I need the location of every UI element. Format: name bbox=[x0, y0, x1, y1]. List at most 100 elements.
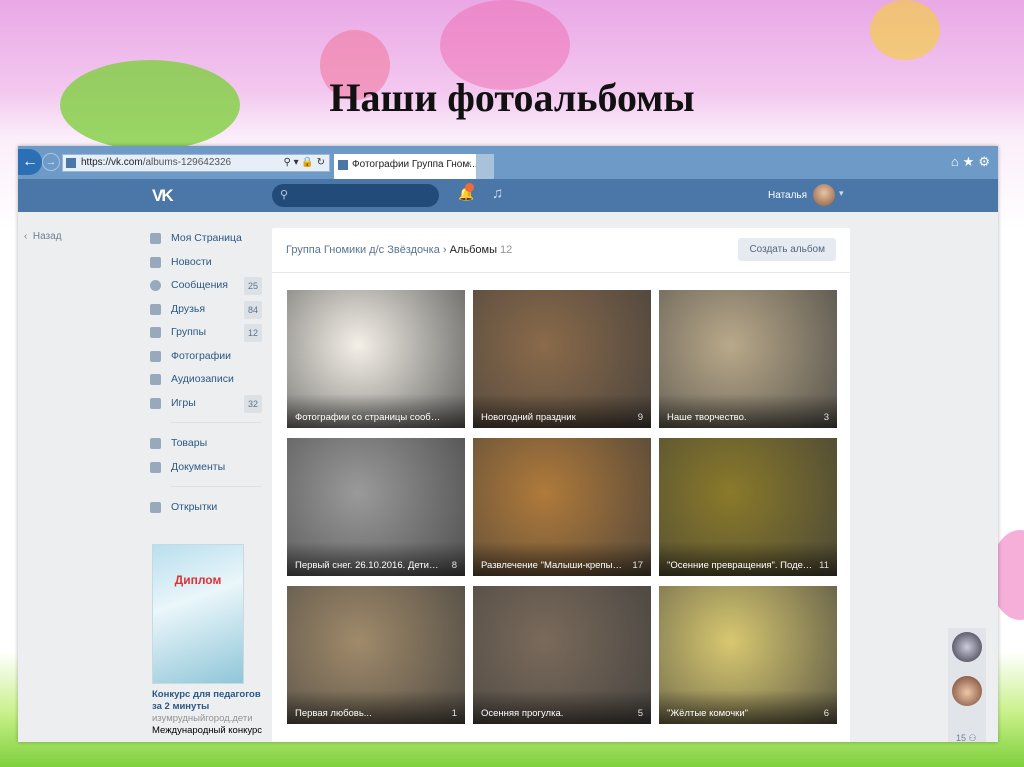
menu-item-messages[interactable]: Сообщения 25 bbox=[150, 277, 262, 301]
menu-label: Группы bbox=[171, 326, 206, 338]
menu-item-documents[interactable]: Документы bbox=[150, 459, 262, 483]
menu-label: Игры bbox=[171, 396, 196, 409]
album-caption: Фотографии со страницы сообщ... bbox=[287, 394, 465, 428]
ad-text[interactable]: Конкурс для педагогов за 2 минуты изумру… bbox=[152, 689, 267, 737]
avatar[interactable] bbox=[813, 184, 835, 206]
album-tile[interactable]: "Жёлтые комочки" 6 bbox=[659, 586, 837, 724]
friends-icon bbox=[150, 303, 161, 315]
menu-item-cards[interactable]: Открытки bbox=[150, 499, 262, 523]
ad-image-title: Диплом bbox=[174, 573, 222, 587]
back-link[interactable]: ‹ Назад bbox=[24, 231, 62, 242]
music-icon bbox=[150, 374, 161, 385]
search-icon: ⚲ bbox=[280, 189, 289, 201]
breadcrumb-group-link[interactable]: Группа Гномики д/с Звёздочка bbox=[286, 244, 440, 256]
menu-label: Моя Страница bbox=[171, 232, 242, 244]
album-tile[interactable]: Новогодний праздник 9 bbox=[473, 290, 651, 428]
tab-title: Фотографии Группа Гном... bbox=[352, 159, 478, 170]
chat-avatar[interactable] bbox=[952, 676, 982, 706]
url-path: /albums-129642326 bbox=[142, 157, 232, 168]
album-name: Фотографии со страницы сообщ... bbox=[295, 412, 441, 423]
search-input[interactable]: ⚲ bbox=[272, 184, 439, 207]
ad-image[interactable]: Диплом bbox=[152, 544, 244, 684]
music-icon[interactable]: ♫ bbox=[492, 185, 503, 202]
menu-item-audio[interactable]: Аудиозаписи bbox=[150, 371, 262, 395]
camera-icon bbox=[150, 350, 161, 362]
menu-item-games[interactable]: Игры 32 bbox=[150, 394, 262, 419]
menu-label: Фотографии bbox=[171, 349, 232, 362]
menu-item-news[interactable]: Новости bbox=[150, 254, 262, 278]
menu-item-photos[interactable]: Фотографии bbox=[150, 348, 262, 372]
album-tile[interactable]: Первый снег. 26.10.2016. Дети б... 8 bbox=[287, 438, 465, 576]
divider bbox=[170, 486, 262, 487]
online-count[interactable]: 15 ⚇ bbox=[956, 733, 977, 742]
forward-button[interactable]: → bbox=[42, 153, 60, 171]
vk-header: VK ⚲ 🔔 ♫ Наталья ▾ bbox=[18, 179, 998, 212]
menu-item-my-page[interactable]: Моя Страница bbox=[150, 230, 262, 254]
messages-icon bbox=[150, 280, 161, 291]
gamepad-icon bbox=[150, 397, 161, 409]
back-button[interactable]: ← bbox=[18, 149, 42, 175]
decor-circle bbox=[870, 0, 940, 60]
ad-domain: изумрудныйгород.дети bbox=[152, 713, 253, 724]
album-tile[interactable]: Осенняя прогулка. 5 bbox=[473, 586, 651, 724]
menu-item-groups[interactable]: Группы 12 bbox=[150, 324, 262, 348]
menu-label: Сообщения bbox=[171, 279, 228, 291]
favicon-icon bbox=[338, 160, 348, 170]
address-bar[interactable]: https://vk.com/albums-129642326 ⚲ ▾ 🔒 ↻ bbox=[62, 154, 330, 172]
document-icon bbox=[150, 461, 161, 473]
album-count: 12 bbox=[500, 244, 513, 256]
album-grid: Фотографии со страницы сообщ... Новогодни… bbox=[287, 290, 837, 724]
album-tile[interactable]: Наше творчество. 3 bbox=[659, 290, 837, 428]
new-tab-button[interactable] bbox=[476, 154, 494, 179]
album-name: Новогодний праздник bbox=[481, 412, 576, 423]
breadcrumb: Группа Гномики д/с Звёздочка › Альбомы 1… bbox=[286, 244, 512, 256]
create-album-button[interactable]: Создать альбом bbox=[738, 238, 836, 261]
album-photo-count: 11 bbox=[819, 560, 829, 571]
album-photo-count: 17 bbox=[632, 560, 643, 571]
breadcrumb-current: Альбомы bbox=[449, 244, 497, 256]
browser-toolbar: ← → https://vk.com/albums-129642326 ⚲ ▾ 🔒… bbox=[18, 146, 998, 179]
menu-label: Аудиозаписи bbox=[171, 373, 234, 385]
browser-tab[interactable]: Фотографии Группа Гном... × bbox=[334, 154, 478, 179]
album-caption: "Осенние превращения". Подел... 11 bbox=[659, 542, 837, 576]
chevron-down-icon[interactable]: ▾ bbox=[839, 188, 844, 199]
grid-icon bbox=[150, 502, 161, 513]
home-icon bbox=[150, 233, 161, 244]
album-photo-count: 1 bbox=[451, 708, 457, 719]
menu-label: Новости bbox=[171, 255, 212, 268]
divider bbox=[170, 422, 262, 423]
vk-logo[interactable]: VK bbox=[152, 186, 174, 206]
address-tools-icon[interactable]: ⚲ ▾ 🔒 ↻ bbox=[283, 155, 325, 171]
album-photo-count: 8 bbox=[451, 560, 457, 571]
menu-item-friends[interactable]: Друзья 84 bbox=[150, 300, 262, 325]
browser-tools-icon[interactable]: ⌂★⚙ bbox=[951, 154, 994, 170]
favicon-icon bbox=[66, 158, 76, 168]
menu-label: Товары bbox=[171, 437, 208, 449]
album-caption: Новогодний праздник 9 bbox=[473, 394, 651, 428]
count-badge: 12 bbox=[243, 324, 262, 342]
album-photo-count: 6 bbox=[823, 708, 829, 719]
menu-label: Документы bbox=[171, 460, 226, 473]
user-name[interactable]: Наталья bbox=[768, 190, 807, 201]
side-menu: Моя Страница Новости Сообщения 25 Друзья 8… bbox=[150, 230, 262, 523]
album-caption: Развлечение "Малыши-крепыш... 17 bbox=[473, 542, 651, 576]
notifications-bell-icon[interactable]: 🔔 bbox=[458, 183, 474, 202]
menu-label: Открытки bbox=[171, 501, 218, 513]
album-name: Осенняя прогулка. bbox=[481, 708, 564, 719]
chat-avatar[interactable] bbox=[952, 632, 982, 662]
ad-title[interactable]: Конкурс для педагогов за 2 минуты bbox=[152, 689, 267, 713]
album-caption: Первый снег. 26.10.2016. Дети б... 8 bbox=[287, 542, 465, 576]
album-name: Наше творчество. bbox=[667, 412, 747, 423]
tab-close-icon[interactable]: × bbox=[466, 154, 472, 176]
album-tile[interactable]: Первая любовь... 1 bbox=[287, 586, 465, 724]
album-tile[interactable]: "Осенние превращения". Подел... 11 bbox=[659, 438, 837, 576]
album-name: Первая любовь... bbox=[295, 708, 372, 719]
album-tile[interactable]: Фотографии со страницы сообщ... bbox=[287, 290, 465, 428]
album-caption: "Жёлтые комочки" 6 bbox=[659, 690, 837, 724]
menu-item-goods[interactable]: Товары bbox=[150, 435, 262, 459]
back-label: Назад bbox=[32, 231, 62, 242]
news-icon bbox=[150, 256, 161, 268]
url-host: https://vk.com bbox=[81, 157, 143, 168]
count-badge: 32 bbox=[243, 394, 262, 413]
album-tile[interactable]: Развлечение "Малыши-крепыш... 17 bbox=[473, 438, 651, 576]
